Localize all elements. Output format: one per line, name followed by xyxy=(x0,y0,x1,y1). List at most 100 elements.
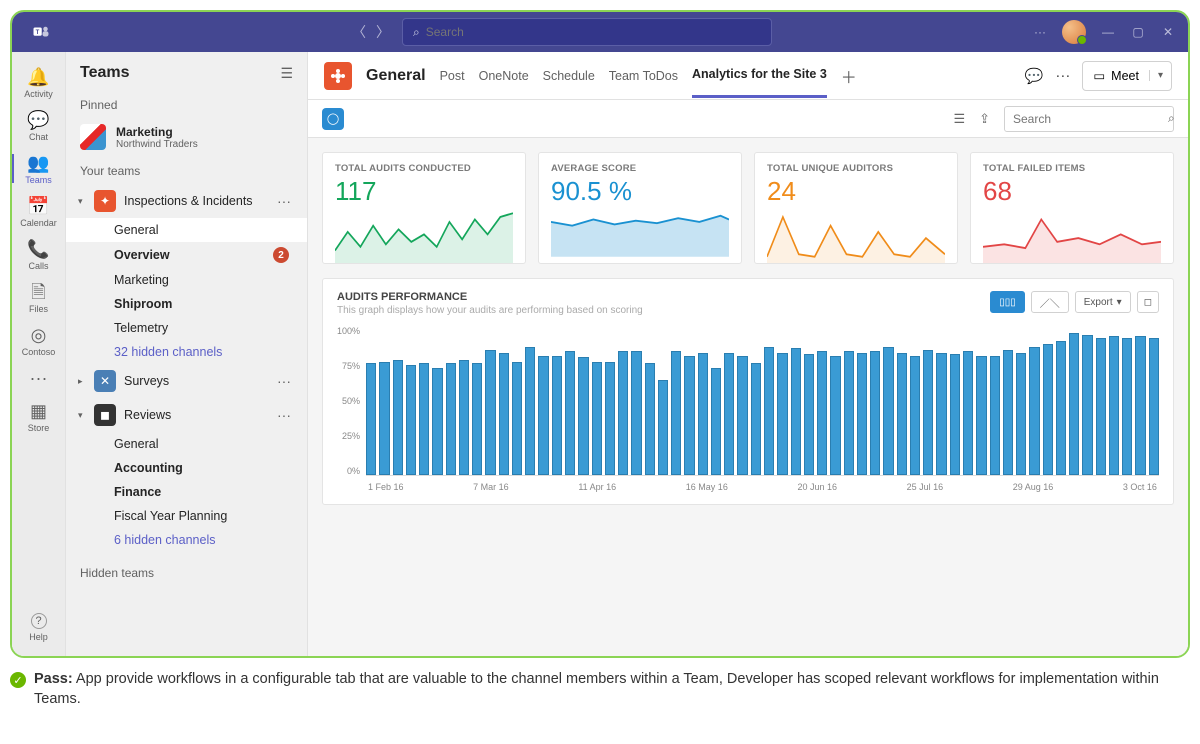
kpi-value: 68 xyxy=(983,176,1161,207)
conversation-icon[interactable]: 💬 xyxy=(1025,67,1044,85)
tab-analytics[interactable]: Analytics for the Site 3 xyxy=(692,53,827,98)
rail-store[interactable]: ▦Store xyxy=(12,396,66,437)
user-avatar[interactable] xyxy=(1062,20,1086,44)
export-button[interactable]: Export ▾ xyxy=(1075,291,1131,313)
app-search[interactable]: ⌕ xyxy=(1004,106,1174,132)
chart-bar xyxy=(1135,336,1145,475)
chart-bar xyxy=(737,356,747,475)
share-icon[interactable]: ⇪ xyxy=(979,111,990,127)
channel-item[interactable]: 32 hidden channels xyxy=(114,340,307,364)
y-tick: 75% xyxy=(337,361,360,371)
pinned-section-label: Pinned xyxy=(66,90,307,118)
channel-item[interactable]: Marketing xyxy=(114,268,307,292)
more-icon[interactable]: ··· xyxy=(1055,67,1070,84)
close-button[interactable]: ✕ xyxy=(1160,25,1176,39)
team-more-icon[interactable]: ··· xyxy=(273,373,295,389)
maximize-button[interactable]: ▢ xyxy=(1130,25,1146,39)
chart-bar xyxy=(804,354,814,475)
back-button[interactable]: 〈 xyxy=(352,22,366,42)
chart-bar xyxy=(1109,336,1119,475)
tab-post[interactable]: Post xyxy=(440,55,465,97)
kpi-label: TOTAL AUDITS CONDUCTED xyxy=(335,163,513,174)
filter-icon[interactable]: ☰ xyxy=(953,111,965,127)
meet-dropdown[interactable]: ▾ xyxy=(1149,70,1171,81)
chart-bar xyxy=(379,362,389,475)
chart-type-bar-button[interactable]: ▯▯▯ xyxy=(990,291,1025,313)
rail-teams[interactable]: 👥Teams xyxy=(12,148,66,189)
kpi-card: TOTAL FAILED ITEMS 68 xyxy=(970,152,1174,264)
channel-item[interactable]: General xyxy=(66,218,307,242)
chart-bar xyxy=(446,363,456,475)
kpi-card: TOTAL AUDITS CONDUCTED117 xyxy=(322,152,526,264)
channel-item[interactable]: Shiproom xyxy=(114,292,307,316)
rail-calls[interactable]: 📞Calls xyxy=(12,234,66,275)
x-tick: 25 Jul 16 xyxy=(907,482,944,492)
rail-chat[interactable]: 💬Chat xyxy=(12,105,66,146)
channel-item[interactable]: Overview2 xyxy=(114,242,307,268)
forward-button[interactable]: 〉 xyxy=(376,22,390,42)
chart-bar xyxy=(512,362,522,475)
channel-item[interactable]: Finance xyxy=(114,480,307,504)
chart-bar xyxy=(605,362,615,475)
filter-icon[interactable]: ☰ xyxy=(280,65,293,82)
team-row-surveys[interactable]: ▸ ✕ Surveys ··· xyxy=(66,364,307,398)
chart-bar xyxy=(578,357,588,475)
rail-more[interactable]: ··· xyxy=(12,363,66,394)
rail-contoso[interactable]: ◎Contoso xyxy=(12,320,66,361)
tab-todos[interactable]: Team ToDos xyxy=(609,55,678,97)
performance-card: AUDITS PERFORMANCE This graph displays h… xyxy=(322,278,1174,505)
file-icon: 🗎 xyxy=(31,283,45,301)
team-avatar-icon: ◼ xyxy=(94,404,116,426)
video-icon: ▭ xyxy=(1093,68,1105,83)
chart-bar xyxy=(724,353,734,475)
channel-avatar-icon xyxy=(324,62,352,90)
rail-activity[interactable]: 🔔Activity xyxy=(12,62,66,103)
chart-bar xyxy=(870,351,880,475)
rail-files[interactable]: 🗎Files xyxy=(12,277,66,318)
help-icon: ? xyxy=(31,613,47,629)
search-icon: ⌕ xyxy=(1168,111,1175,126)
chart-bar xyxy=(950,354,960,475)
chart-bar xyxy=(645,363,655,475)
channel-item[interactable]: Accounting xyxy=(114,456,307,480)
bookmark-button[interactable]: ◻ xyxy=(1137,291,1159,313)
team-more-icon[interactable]: ··· xyxy=(273,193,295,209)
chart-bar xyxy=(1029,347,1039,475)
channel-item[interactable]: Telemetry xyxy=(114,316,307,340)
more-icon: ··· xyxy=(30,369,48,387)
minimize-button[interactable]: — xyxy=(1100,25,1116,39)
kpi-value: 90.5 % xyxy=(551,176,729,207)
chart-bar xyxy=(936,353,946,475)
unread-badge: 2 xyxy=(273,247,289,263)
chevron-right-icon: ▸ xyxy=(78,376,86,387)
y-tick: 50% xyxy=(337,396,360,406)
tab-schedule[interactable]: Schedule xyxy=(543,55,595,97)
more-icon[interactable]: ··· xyxy=(1032,25,1048,39)
chart-bar xyxy=(525,347,535,475)
y-tick: 0% xyxy=(337,466,360,476)
channel-item[interactable]: General xyxy=(114,432,307,456)
sparkline-chart xyxy=(551,207,729,263)
rail-calendar[interactable]: 📅Calendar xyxy=(12,191,66,232)
rail-help[interactable]: ?Help xyxy=(12,607,66,646)
team-row-reviews[interactable]: ▾ ◼ Reviews ··· xyxy=(66,398,307,432)
team-more-icon[interactable]: ··· xyxy=(273,407,295,423)
channel-item[interactable]: 6 hidden channels xyxy=(114,528,307,552)
tab-onenote[interactable]: OneNote xyxy=(479,55,529,97)
teams-sidebar: Teams ☰ Pinned Marketing Northwind Trade… xyxy=(66,52,308,656)
chart-type-line-button[interactable]: ／＼ xyxy=(1031,291,1069,313)
hidden-teams-link[interactable]: Hidden teams xyxy=(66,552,307,594)
kpi-label: TOTAL FAILED ITEMS xyxy=(983,163,1161,174)
chart-bar xyxy=(1082,335,1092,475)
x-tick: 3 Oct 16 xyxy=(1123,482,1157,492)
meet-button[interactable]: ▭Meet ▾ xyxy=(1082,61,1172,91)
your-teams-label: Your teams xyxy=(66,156,307,184)
pinned-team-marketing[interactable]: Marketing Northwind Traders xyxy=(66,118,307,156)
pinned-team-name: Marketing xyxy=(116,125,198,139)
channel-item[interactable]: Fiscal Year Planning xyxy=(114,504,307,528)
app-search-input[interactable] xyxy=(1013,112,1168,126)
global-search[interactable]: ⌕ xyxy=(402,18,772,46)
team-row-inspections[interactable]: ▾ ✦ Inspections & Incidents ··· xyxy=(66,184,307,218)
global-search-input[interactable] xyxy=(426,25,761,39)
add-tab-button[interactable]: ＋ xyxy=(841,64,857,88)
